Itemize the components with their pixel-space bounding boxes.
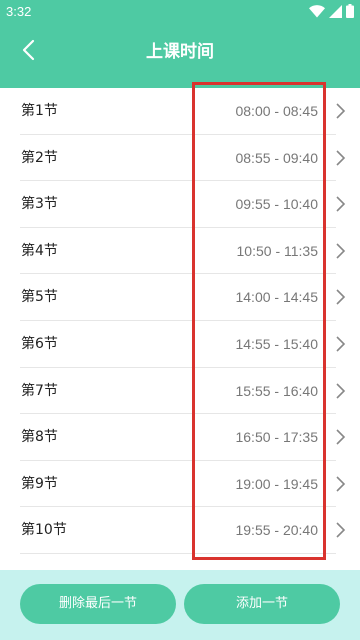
chevron-right-icon — [336, 429, 346, 445]
list-item-period-7[interactable]: 第7节 15:55 - 16:40 — [0, 368, 360, 415]
period-time: 10:50 - 11:35 — [236, 242, 318, 259]
period-time: 19:00 - 19:45 — [235, 475, 318, 492]
bottom-action-bar: 删除最后一节 添加一节 — [0, 570, 360, 640]
period-label: 第3节 — [21, 196, 58, 213]
period-label: 第4节 — [21, 242, 58, 259]
chevron-right-icon — [336, 103, 346, 119]
chevron-right-icon — [336, 336, 346, 352]
list-item-period-10[interactable]: 第10节 19:55 - 20:40 — [0, 507, 360, 554]
chevron-right-icon — [336, 522, 346, 538]
period-time: 19:55 - 20:40 — [235, 522, 318, 539]
add-period-button[interactable]: 添加一节 — [184, 584, 340, 624]
delete-last-period-button[interactable]: 删除最后一节 — [20, 584, 176, 624]
period-label: 第8节 — [21, 429, 58, 446]
period-label: 第2节 — [21, 149, 58, 166]
period-label: 第7节 — [21, 382, 58, 399]
chevron-right-icon — [336, 289, 346, 305]
list-item-period-1[interactable]: 第1节 08:00 - 08:45 — [0, 88, 360, 135]
period-time: 08:00 - 08:45 — [235, 103, 318, 119]
signal-icon — [329, 3, 342, 22]
period-time: 14:00 - 14:45 — [235, 289, 318, 306]
header: 上课时间 — [0, 24, 360, 80]
period-list: 第1节 08:00 - 08:45 第2节 08:55 - 09:40 第3节 … — [0, 88, 360, 554]
period-time: 08:55 - 09:40 — [235, 149, 318, 166]
period-label: 第6节 — [21, 335, 58, 352]
list-item-period-9[interactable]: 第9节 19:00 - 19:45 — [0, 461, 360, 508]
period-time: 14:55 - 15:40 — [235, 335, 318, 352]
list-item-period-3[interactable]: 第3节 09:55 - 10:40 — [0, 181, 360, 228]
page-title: 上课时间 — [146, 42, 214, 62]
period-label: 第5节 — [21, 289, 58, 306]
list-item-period-8[interactable]: 第8节 16:50 - 17:35 — [0, 414, 360, 461]
status-icons — [309, 3, 354, 22]
top-bar: 3:32 上课时间 — [0, 0, 360, 88]
period-time: 15:55 - 16:40 — [235, 382, 318, 399]
chevron-right-icon — [336, 382, 346, 399]
status-bar: 3:32 — [0, 0, 360, 24]
list-item-period-4[interactable]: 第4节 10:50 - 11:35 — [0, 228, 360, 275]
wifi-icon — [309, 3, 325, 22]
period-label: 第9节 — [21, 475, 58, 492]
period-label: 第10节 — [21, 522, 67, 539]
chevron-right-icon — [336, 196, 346, 212]
status-time: 3:32 — [6, 4, 32, 19]
period-time: 16:50 - 17:35 — [235, 429, 318, 446]
list-item-period-5[interactable]: 第5节 14:00 - 14:45 — [0, 274, 360, 321]
battery-icon — [346, 3, 354, 22]
period-label: 第1节 — [21, 103, 58, 119]
divider — [20, 552, 336, 554]
list-item-period-6[interactable]: 第6节 14:55 - 15:40 — [0, 321, 360, 368]
list-item-period-2[interactable]: 第2节 08:55 - 09:40 — [0, 135, 360, 182]
chevron-right-icon — [336, 476, 346, 492]
app-screen: 3:32 上课时间 第1节 08:00 - 08:45 第2节 08:55 - … — [0, 0, 360, 640]
period-time: 09:55 - 10:40 — [235, 196, 318, 213]
chevron-right-icon — [336, 150, 346, 166]
chevron-right-icon — [336, 243, 346, 259]
